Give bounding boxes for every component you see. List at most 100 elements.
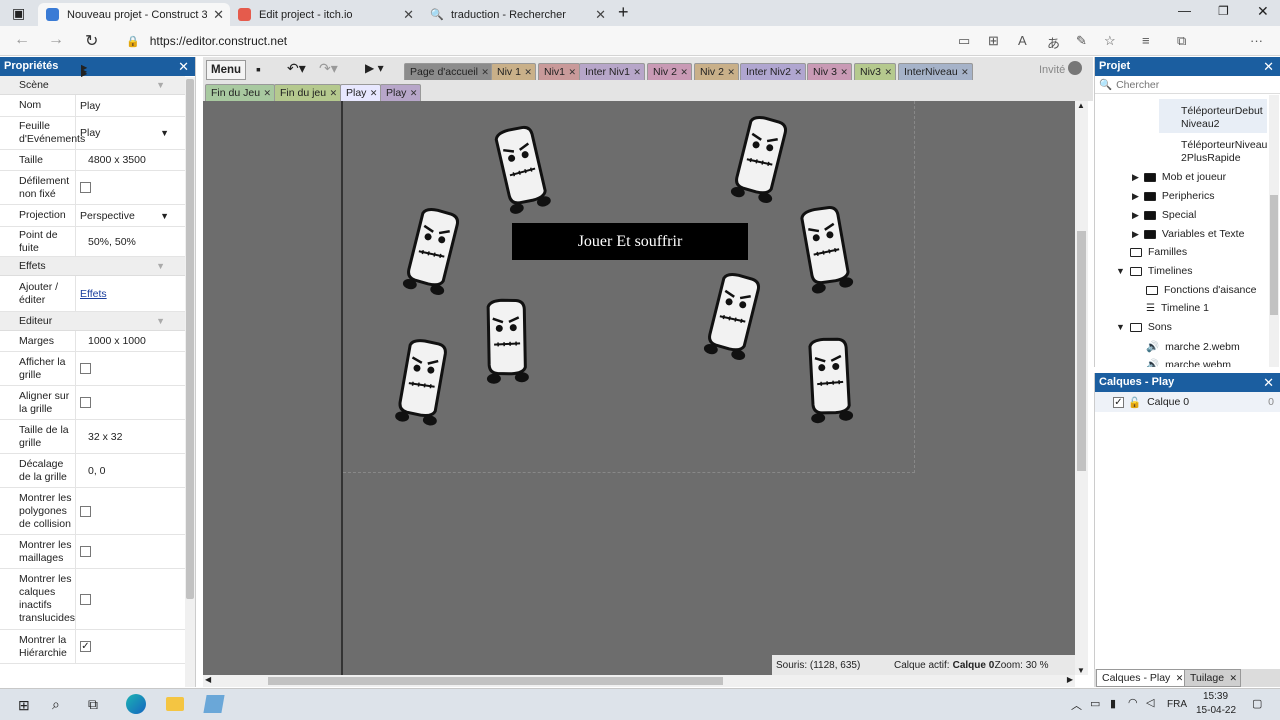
browser-tab-search[interactable]: 🔍 traduction - Rechercher ✕ (422, 3, 612, 26)
canvas-vertical-scrollbar[interactable]: ▲ ▼ (1075, 101, 1088, 675)
close-tab-icon[interactable]: ✕ (961, 64, 969, 81)
tree-item-teleporteur-rapide[interactable]: TéléporteurNiveau2PlusRapide (1181, 139, 1271, 165)
network-icon[interactable]: ▭ (1090, 697, 1100, 710)
collections-icon[interactable]: ⧉ (1177, 33, 1186, 49)
layout-tab[interactable]: Page d'accueil ✕ (404, 63, 493, 80)
layout-tab[interactable]: Niv1 ✕ (538, 63, 581, 81)
tree-folder-variables[interactable]: ▶ Variables et Texte (1132, 228, 1244, 240)
close-project-icon[interactable]: ✕ (1263, 57, 1274, 76)
close-tab-icon[interactable]: ✕ (370, 85, 378, 102)
section-effets[interactable]: Effets ▼ (0, 257, 185, 276)
project-search[interactable]: 🔍 (1095, 76, 1280, 94)
layout-tab[interactable]: Inter Niv2 ✕ (740, 63, 806, 80)
new-tab-icon[interactable]: + (618, 2, 629, 23)
tab-calques[interactable]: Calques - Play ✕ (1096, 669, 1188, 687)
close-tab-icon[interactable]: ✕ (481, 64, 489, 81)
close-tab-icon[interactable]: ✕ (524, 64, 532, 81)
tree-folder-timelines[interactable]: ▼ Timelines (1116, 265, 1192, 277)
apps-icon[interactable]: ⊞ (988, 33, 999, 49)
language-indicator[interactable]: FRA (1167, 699, 1187, 710)
close-tab-icon[interactable]: ✕ (403, 7, 414, 23)
maillages-checkbox[interactable] (80, 546, 91, 557)
close-tab-icon[interactable]: ✕ (794, 64, 802, 81)
read-aloud-icon[interactable]: A (1018, 33, 1027, 48)
maximize-icon[interactable]: ❐ (1218, 4, 1229, 18)
close-tab-icon[interactable]: ✕ (1176, 670, 1184, 687)
reload-icon[interactable]: ↻ (85, 31, 98, 51)
browser-tab-itch[interactable]: Edit project - itch.io ✕ (230, 3, 420, 26)
search-icon[interactable]: ⌕ (52, 696, 60, 713)
layout-tab[interactable]: Play ✕ (340, 84, 382, 102)
close-layers-icon[interactable]: ✕ (1263, 373, 1274, 392)
more-icon[interactable]: ··· (1250, 33, 1263, 48)
tree-item-marche2[interactable]: 🔊 marche 2.webm (1146, 340, 1240, 354)
close-tab-icon[interactable]: ✕ (727, 64, 735, 81)
mob-sprite[interactable] (482, 297, 533, 387)
canvas-horizontal-scrollbar[interactable]: ◀ ▶ (203, 675, 1075, 687)
close-tab-icon[interactable]: ✕ (680, 64, 688, 81)
app-icon[interactable] (203, 695, 225, 713)
expand-icon[interactable]: ▶ (81, 69, 87, 78)
explorer-icon[interactable] (166, 697, 184, 711)
back-icon[interactable]: ← (14, 31, 30, 49)
prop-marges-value[interactable]: 1000 x 1000 (76, 331, 185, 351)
close-tab-icon[interactable]: ✕ (595, 7, 606, 23)
tree-folder-mob[interactable]: ▶ Mob et joueur (1132, 171, 1226, 183)
tree-item-timeline1[interactable]: ☰ Timeline 1 (1146, 302, 1209, 314)
close-tab-icon[interactable]: ✕ (884, 64, 892, 81)
browser-tab-construct[interactable]: Nouveau projet - Construct 3 ✕ (38, 3, 230, 26)
layout-tab[interactable]: Play ✕ (380, 84, 422, 102)
tree-item-marche[interactable]: 🔊 marche.webm (1146, 358, 1231, 368)
prop-nom-value[interactable]: Play (76, 95, 185, 116)
prop-feuille-select[interactable]: Play ▼ (76, 117, 185, 149)
tree-folder-fonctions[interactable]: Fonctions d'aisance (1146, 284, 1256, 296)
favorite-icon[interactable]: ☆ (1104, 33, 1116, 49)
tray-chevron-icon[interactable]: ︿ (1071, 697, 1082, 713)
tab-tuilage[interactable]: Tuilage ✕ (1184, 669, 1242, 687)
layout-canvas[interactable]: Jouer Et souffrir (203, 101, 1075, 675)
extensions-icon[interactable]: ✎ (1076, 33, 1087, 49)
layer-visible-checkbox[interactable] (1113, 396, 1124, 408)
tree-item-teleporteur-debut[interactable]: TéléporteurDebut Niveau2 (1181, 105, 1271, 131)
tab-actions-icon[interactable]: ▣ (12, 5, 25, 22)
tree-folder-familles[interactable]: Familles (1130, 246, 1187, 258)
wifi-icon[interactable]: ◠ (1128, 696, 1138, 709)
close-tab-icon[interactable]: ✕ (633, 64, 641, 81)
properties-scrollbar[interactable] (185, 77, 195, 687)
translate-icon[interactable]: あ (1047, 33, 1060, 52)
tree-folder-sons[interactable]: ▼ Sons (1116, 321, 1172, 333)
close-window-icon[interactable]: ✕ (1257, 3, 1269, 20)
close-tab-icon[interactable]: ✕ (330, 85, 338, 102)
prop-taille-value[interactable]: 4800 x 3500 (76, 150, 185, 170)
notifications-icon[interactable]: ▢ (1252, 697, 1262, 710)
minimize-icon[interactable]: — (1178, 3, 1191, 18)
clock-time[interactable]: 15:39 (1203, 691, 1228, 702)
edge-icon[interactable] (126, 694, 146, 714)
layout-tab[interactable]: Niv 2 ✕ (694, 63, 739, 80)
section-scene[interactable]: Scène ▼ (0, 76, 185, 95)
effets-link[interactable]: Effets (80, 288, 107, 300)
layout-tab[interactable]: Inter Niv1 ✕ (579, 63, 645, 80)
forward-icon[interactable]: → (48, 31, 64, 49)
aligner-grille-checkbox[interactable] (80, 397, 91, 408)
close-tab-icon[interactable]: ✕ (213, 7, 224, 23)
layout-tab[interactable]: Niv3 ✕ (854, 63, 897, 81)
afficher-grille-checkbox[interactable] (80, 363, 91, 374)
windows-start-icon[interactable]: ⊞ (18, 697, 30, 714)
calques-inactifs-checkbox[interactable] (80, 593, 91, 605)
close-tab-icon[interactable]: ✕ (568, 64, 576, 81)
close-properties-icon[interactable]: ✕ (178, 57, 189, 76)
layout-tab[interactable]: Niv 2 ✕ (647, 63, 692, 80)
project-scrollbar[interactable] (1269, 95, 1279, 367)
layout-tab[interactable]: Fin du jeu ✕ (274, 84, 342, 102)
prop-decalage-value[interactable]: 0, 0 (76, 454, 185, 487)
section-editeur[interactable]: Editeur ▼ (0, 312, 185, 331)
task-view-icon[interactable]: ⧉ (88, 696, 98, 713)
prop-projection-select[interactable]: Perspective ▼ (76, 205, 185, 226)
tree-folder-special[interactable]: ▶ Special (1132, 209, 1196, 221)
layout-tab[interactable]: Niv 3 ✕ (807, 63, 852, 80)
layout-tab[interactable]: Niv 1 ✕ (491, 63, 536, 80)
reader-icon[interactable]: ▭ (958, 33, 970, 49)
close-tab-icon[interactable]: ✕ (410, 85, 418, 102)
layout-tab[interactable]: Fin du Jeu ✕ (205, 84, 276, 101)
